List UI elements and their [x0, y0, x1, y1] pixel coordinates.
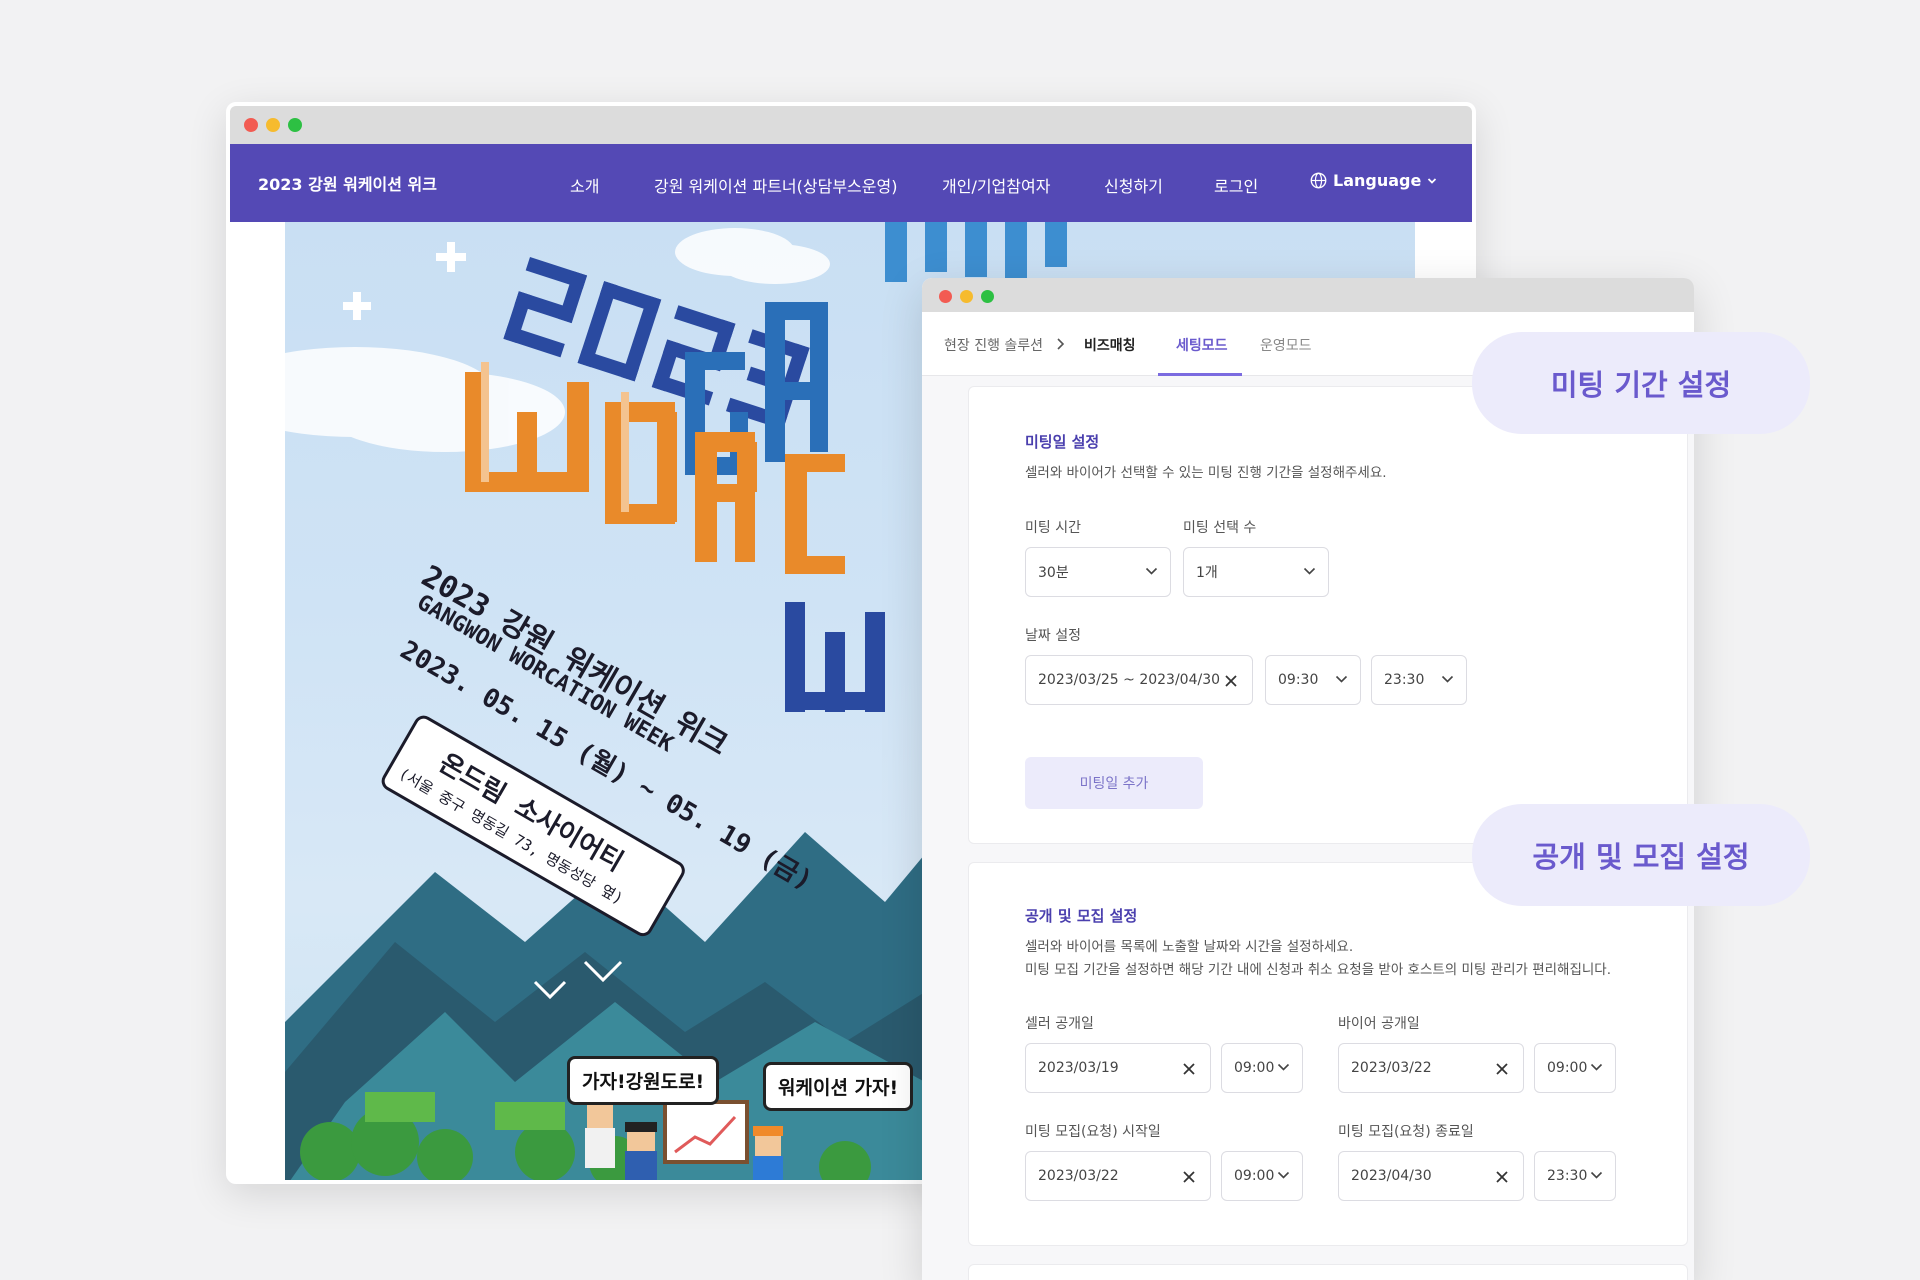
recruit-start-time-value: 09:00: [1234, 1168, 1275, 1184]
nav-item-intro[interactable]: 소개: [570, 173, 599, 197]
seller-open-time-value: 09:00: [1234, 1060, 1275, 1076]
clear-icon[interactable]: [1182, 1170, 1196, 1184]
clear-icon[interactable]: [1224, 674, 1238, 688]
nav-item-participant[interactable]: 개인/기업참여자: [942, 173, 1050, 197]
breadcrumb-current[interactable]: 비즈매칭: [1084, 335, 1136, 355]
minimize-dot-icon[interactable]: [266, 118, 280, 132]
public-card-desc-1: 셀러와 바이어를 목록에 노출할 날짜와 시간을 설정하세요.: [1025, 939, 1354, 955]
public-card-desc-2: 미팅 모집 기간을 설정하면 해당 기간 내에 신청과 취소 요청을 받아 호스…: [1025, 962, 1612, 978]
nav-item-login[interactable]: 로그인: [1214, 173, 1258, 197]
tab-operation-mode[interactable]: 운영모드: [1260, 335, 1312, 355]
close-dot-icon[interactable]: [244, 118, 258, 132]
buyer-open-date-value: 2023/03/22: [1351, 1060, 1432, 1076]
chevron-right-icon: [1057, 338, 1065, 350]
chevron-down-icon: [1590, 1171, 1603, 1179]
maximize-dot-icon[interactable]: [288, 118, 302, 132]
recruit-start-label: 미팅 모집(요청) 시작일: [1025, 1124, 1161, 1140]
date-range-field[interactable]: 2023/03/25 ~ 2023/04/30: [1025, 655, 1253, 705]
meeting-count-label: 미팅 선택 수: [1183, 520, 1257, 536]
start-time-value: 09:30: [1278, 672, 1319, 688]
meeting-period-pill: 미팅 기간 설정: [1472, 332, 1810, 434]
chevron-down-icon: [1303, 567, 1316, 575]
back-window-titlebar: [230, 106, 1472, 144]
speech-bubble-right: 워케이션 가자!: [763, 1062, 914, 1111]
speech-bubble-left: 가자!강원도로!: [567, 1056, 720, 1105]
close-dot-icon[interactable]: [939, 290, 952, 303]
add-meeting-date-button[interactable]: 미팅일 추가: [1025, 757, 1203, 809]
minimize-dot-icon[interactable]: [960, 290, 973, 303]
recruit-start-date-value: 2023/03/22: [1038, 1168, 1119, 1184]
meeting-time-value: 30분: [1038, 565, 1069, 581]
chevron-down-icon: [1277, 1171, 1290, 1179]
buyer-open-label: 바이어 공개일: [1338, 1016, 1420, 1032]
breadcrumb-root[interactable]: 현장 진행 솔루션: [944, 335, 1043, 355]
next-settings-card: [968, 1264, 1688, 1280]
recruit-end-label: 미팅 모집(요청) 종료일: [1338, 1124, 1474, 1140]
recruit-end-time-select[interactable]: 23:30: [1534, 1151, 1616, 1201]
chevron-down-icon: [1441, 675, 1454, 683]
public-card-title: 공개 및 모집 설정: [1025, 907, 1138, 925]
recruit-start-date-field[interactable]: 2023/03/22: [1025, 1151, 1211, 1201]
seller-open-date-value: 2023/03/19: [1038, 1060, 1119, 1076]
buyer-open-time-select[interactable]: 09:00: [1534, 1043, 1616, 1093]
end-time-select[interactable]: 23:30: [1371, 655, 1467, 705]
meeting-count-select[interactable]: 1개: [1183, 547, 1329, 597]
chevron-down-icon: [1428, 177, 1437, 184]
date-setting-label: 날짜 설정: [1025, 628, 1081, 644]
recruit-start-time-select[interactable]: 09:00: [1221, 1151, 1303, 1201]
start-time-select[interactable]: 09:30: [1265, 655, 1361, 705]
clear-icon[interactable]: [1182, 1062, 1196, 1076]
meeting-time-label: 미팅 시간: [1025, 520, 1081, 536]
chevron-down-icon: [1277, 1063, 1290, 1071]
buyer-open-time-value: 09:00: [1547, 1060, 1588, 1076]
meeting-time-select[interactable]: 30분: [1025, 547, 1171, 597]
recruit-end-date-value: 2023/04/30: [1351, 1168, 1432, 1184]
language-selector[interactable]: Language: [1310, 171, 1437, 190]
nav-item-partner[interactable]: 강원 워케이션 파트너(상담부스운영): [654, 173, 897, 197]
site-navbar: 2023 강원 워케이션 위크 소개 강원 워케이션 파트너(상담부스운영) 개…: [230, 144, 1472, 222]
chevron-down-icon: [1335, 675, 1348, 683]
seller-open-date-field[interactable]: 2023/03/19: [1025, 1043, 1211, 1093]
clear-icon[interactable]: [1495, 1062, 1509, 1076]
meeting-date-card: 미팅일 설정 셀러와 바이어가 선택할 수 있는 미팅 진행 기간을 설정해주세…: [968, 386, 1688, 844]
language-label: Language: [1333, 171, 1422, 190]
buyer-open-date-field[interactable]: 2023/03/22: [1338, 1043, 1524, 1093]
recruit-end-time-value: 23:30: [1547, 1168, 1588, 1184]
chevron-down-icon: [1145, 567, 1158, 575]
recruit-end-date-field[interactable]: 2023/04/30: [1338, 1151, 1524, 1201]
meeting-count-value: 1개: [1196, 565, 1218, 581]
tab-setting-mode[interactable]: 세팅모드: [1176, 335, 1228, 355]
meeting-card-desc: 셀러와 바이어가 선택할 수 있는 미팅 진행 기간을 설정해주세요.: [1025, 465, 1387, 481]
clear-icon[interactable]: [1495, 1170, 1509, 1184]
site-title[interactable]: 2023 강원 워케이션 위크: [258, 171, 437, 195]
seller-open-time-select[interactable]: 09:00: [1221, 1043, 1303, 1093]
maximize-dot-icon[interactable]: [981, 290, 994, 303]
date-range-value: 2023/03/25 ~ 2023/04/30: [1038, 672, 1221, 688]
meeting-card-title: 미팅일 설정: [1025, 433, 1100, 451]
end-time-value: 23:30: [1384, 672, 1425, 688]
public-recruit-card: 공개 및 모집 설정 셀러와 바이어를 목록에 노출할 날짜와 시간을 설정하세…: [968, 862, 1688, 1246]
front-window-titlebar: [922, 278, 1694, 312]
globe-icon: [1310, 172, 1327, 189]
seller-open-label: 셀러 공개일: [1025, 1016, 1094, 1032]
public-recruit-pill: 공개 및 모집 설정: [1472, 804, 1810, 906]
nav-item-apply[interactable]: 신청하기: [1104, 173, 1163, 197]
chevron-down-icon: [1590, 1063, 1603, 1071]
